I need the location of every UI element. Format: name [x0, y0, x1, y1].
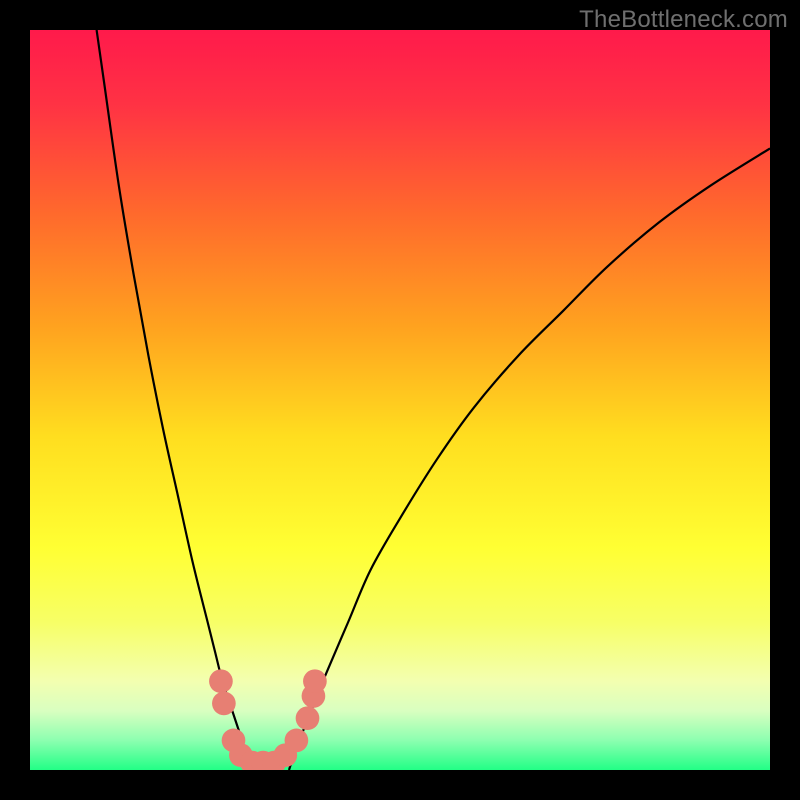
curve-right-branch: [289, 148, 770, 770]
chart-svg: [30, 30, 770, 770]
marker-series: [209, 669, 327, 770]
curve-series: [97, 30, 770, 770]
valley-marker: [296, 706, 320, 730]
valley-marker: [212, 692, 236, 716]
valley-marker: [303, 669, 327, 693]
curve-left-branch: [97, 30, 252, 770]
valley-marker: [209, 669, 233, 693]
valley-marker: [285, 729, 309, 753]
plot-area: [30, 30, 770, 770]
outer-frame: TheBottleneck.com: [0, 0, 800, 800]
watermark-text: TheBottleneck.com: [579, 6, 788, 34]
